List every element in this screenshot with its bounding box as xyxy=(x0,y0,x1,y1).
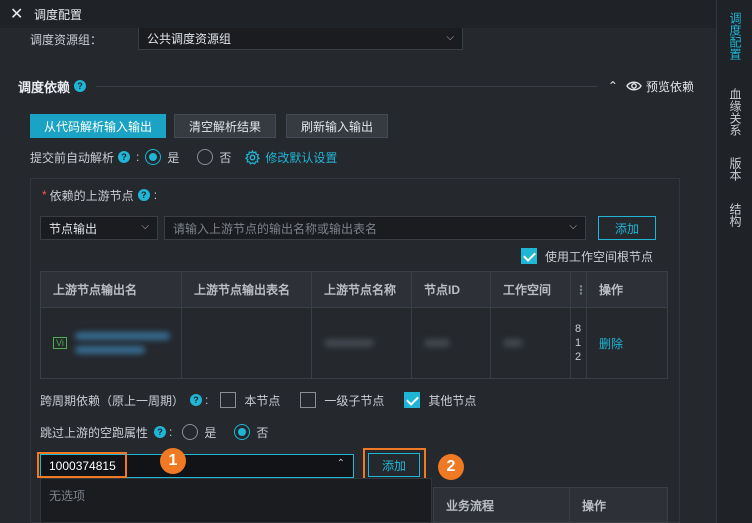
gear-icon[interactable] xyxy=(245,149,261,165)
cell-action: 删除 xyxy=(587,308,667,378)
upstream-search-placeholder: 请输入上游节点的输出名称或输出表名 xyxy=(173,221,378,236)
blurred-text xyxy=(74,332,170,340)
node-type-value: 节点输出 xyxy=(49,221,98,236)
skip-dry-run-yes-radio[interactable] xyxy=(182,424,199,440)
upstream-search-row: 节点输出 ⌵ 请输入上游节点的输出名称或输出表名 ⌵ 添加 xyxy=(40,216,657,240)
auto-parse-yes-radio[interactable] xyxy=(145,149,162,165)
skip-dry-run-no-radio[interactable] xyxy=(234,424,251,440)
skip-dry-run-no-label: 否 xyxy=(256,425,269,440)
close-icon[interactable]: ✕ xyxy=(10,4,28,24)
cell-owner-truncated: 8 1 2 xyxy=(571,308,587,378)
cross-cycle-child-label: 一级子节点 xyxy=(324,393,385,408)
blurred-text xyxy=(503,339,523,347)
cell-output-name: Vi xyxy=(41,308,182,378)
column-header-truncated: ⋮ xyxy=(571,272,587,307)
modify-default-link[interactable]: 修改默认设置 xyxy=(265,149,337,166)
node-type-tag: Vi xyxy=(53,337,67,349)
nav-lineage[interactable]: 血缘关系 xyxy=(717,82,752,142)
help-icon[interactable]: ? xyxy=(118,151,131,163)
preview-dependency-link[interactable]: 预览依赖 xyxy=(646,78,694,95)
upstream-search-input[interactable]: 请输入上游节点的输出名称或输出表名 ⌵ xyxy=(164,216,586,240)
resource-group-value: 公共调度资源组 xyxy=(147,32,232,46)
step-1-badge: 1 xyxy=(160,448,186,474)
use-root-row: 使用工作空间根节点 xyxy=(521,247,653,265)
column-header: 节点ID xyxy=(412,272,491,307)
auto-parse-yes-label: 是 xyxy=(167,150,180,165)
collapse-up-icon[interactable]: ⌃ xyxy=(608,79,618,93)
window-header: ✕ 调度配置 xyxy=(0,0,716,28)
chevron-down-icon: ⌵ xyxy=(141,221,149,232)
blurred-text xyxy=(324,339,374,347)
cross-cycle-self-checkbox[interactable] xyxy=(220,392,237,408)
add-upstream-button[interactable]: 添加 xyxy=(598,216,657,240)
skip-dry-run-yes-label: 是 xyxy=(204,425,217,440)
auto-parse-label: 提交前自动解析 xyxy=(30,150,115,165)
eye-icon[interactable] xyxy=(626,80,642,92)
column-header: 操作 xyxy=(582,498,607,513)
other-node-dropdown: 无选项 xyxy=(40,478,432,523)
column-header: 操作 xyxy=(599,283,624,297)
help-icon[interactable]: ? xyxy=(154,426,167,438)
nav-version[interactable]: 版本 xyxy=(717,152,752,186)
cell-workspace xyxy=(491,308,571,378)
clear-parse-button[interactable]: 清空解析结果 xyxy=(174,114,277,138)
resource-group-label: 调度资源组： xyxy=(30,32,103,47)
node-type-select[interactable]: 节点输出 ⌵ xyxy=(40,216,158,240)
required-mark: * xyxy=(42,188,47,202)
other-nodes-table-header: 业务流程 操作 xyxy=(433,487,668,523)
cross-cycle-label: 跨周期依赖（原上一周期） xyxy=(40,393,185,408)
help-icon[interactable]: ? xyxy=(74,80,87,92)
resource-group-row: 调度资源组： 公共调度资源组 ⌵ xyxy=(30,28,463,50)
table-row: Vi 8 1 2 删除 xyxy=(41,308,667,378)
column-header: 上游节点输出名 xyxy=(41,272,182,307)
column-header: 业务流程 xyxy=(434,488,570,522)
column-header: 工作空间 xyxy=(491,272,571,307)
cross-cycle-other-checkbox[interactable] xyxy=(404,392,421,408)
cross-cycle-child-checkbox[interactable] xyxy=(300,392,317,408)
column-header: 上游节点名称 xyxy=(312,272,412,307)
auto-parse-no-radio[interactable] xyxy=(197,149,214,165)
upstream-label: 依赖的上游节点 xyxy=(49,188,134,203)
right-side-nav: 调度配置 血缘关系 版本 结构 xyxy=(716,0,752,523)
delete-link[interactable]: 删除 xyxy=(599,335,623,352)
blurred-text xyxy=(74,346,145,354)
nav-schedule-config[interactable]: 调度配置 xyxy=(717,6,752,66)
window-title: 调度配置 xyxy=(34,7,83,22)
nav-structure[interactable]: 结构 xyxy=(717,198,752,232)
chevron-up-icon[interactable]: ⌃ xyxy=(337,458,345,469)
cell-node-id xyxy=(412,308,491,378)
chevron-down-icon: ⌵ xyxy=(569,221,577,232)
cell-node-name xyxy=(312,308,412,378)
cross-cycle-self-label: 本节点 xyxy=(244,393,281,408)
auto-parse-row: 提交前自动解析 ? : 是 否 修改默认设置 xyxy=(30,149,338,166)
refresh-io-button[interactable]: 刷新输入输出 xyxy=(286,114,389,138)
use-root-checkbox[interactable] xyxy=(521,248,537,264)
upstream-table: 上游节点输出名 上游节点输出表名 上游节点名称 节点ID 工作空间 ⋮ 操作 V… xyxy=(40,271,668,379)
no-options-text: 无选项 xyxy=(49,489,86,503)
cross-cycle-row: 跨周期依赖（原上一周期） ? : 本节点 一级子节点 其他节点 xyxy=(40,392,477,408)
section-title: 调度依赖 xyxy=(18,79,71,95)
skip-dry-run-row: 跳过上游的空跑属性 ? : 是 否 xyxy=(40,424,269,440)
resource-group-select[interactable]: 公共调度资源组 ⌵ xyxy=(138,28,463,50)
help-icon[interactable]: ? xyxy=(137,189,150,201)
skip-dry-run-label: 跳过上游的空跑属性 xyxy=(40,425,149,440)
parse-buttons-row: 从代码解析输入输出 清空解析结果 刷新输入输出 xyxy=(30,114,389,138)
dependency-section-header: 调度依赖 ? ⌃ 预览依赖 xyxy=(18,76,694,96)
help-icon[interactable]: ? xyxy=(190,394,203,406)
use-root-label: 使用工作空间根节点 xyxy=(545,249,654,264)
parse-from-code-button[interactable]: 从代码解析输入输出 xyxy=(30,114,167,138)
highlight-box-input xyxy=(37,452,127,478)
column-header: 上游节点输出表名 xyxy=(182,272,312,307)
cross-cycle-other-label: 其他节点 xyxy=(428,393,477,408)
table-header: 上游节点输出名 上游节点输出表名 上游节点名称 节点ID 工作空间 ⋮ 操作 xyxy=(41,272,667,308)
section-divider xyxy=(96,85,598,87)
cell-output-table xyxy=(182,308,312,378)
chevron-down-icon: ⌵ xyxy=(446,32,454,43)
blurred-text xyxy=(424,339,450,347)
auto-parse-no-label: 否 xyxy=(219,150,232,165)
upstream-label-row: * 依赖的上游节点 ? : xyxy=(42,188,158,203)
step-2-badge: 2 xyxy=(438,454,464,480)
